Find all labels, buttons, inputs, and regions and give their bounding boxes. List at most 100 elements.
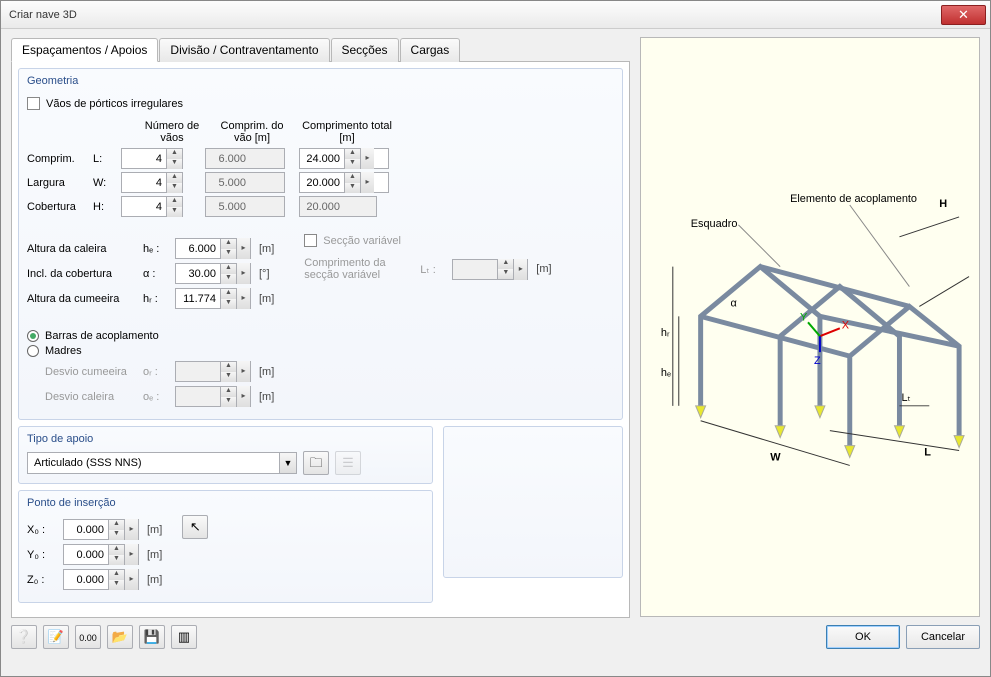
eave-height-label: Altura da caleira [27,243,137,255]
save-button[interactable]: 💾 [139,625,165,649]
roof-incl-input[interactable]: ▲▼ ▸ [175,263,251,284]
spin-up-icon[interactable]: ▲ [344,149,360,159]
svg-text:W: W [770,451,781,463]
pick-icon[interactable]: ▸ [236,263,250,284]
spin-down-icon[interactable]: ▼ [166,183,182,193]
svg-text:L: L [924,447,931,459]
spin-up-icon[interactable]: ▲ [108,545,124,555]
ridge-height-unit: [m] [259,293,274,305]
purlins-radio-row[interactable]: Madres [27,345,614,357]
coupling-label: Barras de acoplamento [45,330,159,342]
svg-text:Lₜ: Lₜ [901,392,910,404]
spin-up-icon[interactable]: ▲ [344,173,360,183]
help-button[interactable]: ❔ [11,625,37,649]
spin-up-icon[interactable]: ▲ [220,264,236,274]
pick-icon[interactable]: ▸ [124,544,138,565]
ok-button[interactable]: OK [826,625,900,649]
var-section-row[interactable]: Secção variável [304,234,551,247]
irregular-spans-row[interactable]: Vãos de pórticos irregulares [27,97,614,110]
pick-icon[interactable]: ▸ [236,238,250,259]
insert-group: Ponto de inserção X₀ : ▲▼ ▸ [18,490,433,603]
x0-input[interactable]: ▲▼ ▸ [63,519,139,540]
chevron-down-icon[interactable]: ▼ [279,453,296,473]
pick-icon[interactable]: ▸ [124,569,138,590]
support-edit-button: ☰ [335,451,361,475]
pick-icon: ▸ [236,361,250,382]
spin-down-icon[interactable]: ▼ [108,580,124,590]
width-total-input[interactable]: ▲▼ ▸ [299,172,389,193]
units-button[interactable]: 0.00 [75,625,101,649]
length-spans-input[interactable]: ▲▼ [121,148,183,169]
off-eave-sym: oₑ : [143,391,169,403]
svg-text:hᵣ: hᵣ [661,327,670,339]
z0-input[interactable]: ▲▼ ▸ [63,569,139,590]
coupling-radio-row[interactable]: Barras de acoplamento [27,330,614,342]
var-section-checkbox[interactable] [304,234,317,247]
roof-label: Cobertura [27,201,89,213]
spin-down-icon[interactable]: ▼ [108,530,124,540]
spin-down-icon[interactable]: ▼ [344,159,360,169]
pick-icon[interactable]: ▸ [236,288,250,309]
tab-division[interactable]: Divisão / Contraventamento [159,38,329,62]
roof-spans-input[interactable]: ▲▼ [121,196,183,217]
irregular-spans-checkbox[interactable] [27,97,40,110]
pick-icon[interactable]: ▸ [360,148,374,169]
ridge-height-input[interactable]: ▲▼ ▸ [175,288,251,309]
spin-up-icon: ▲ [220,362,236,372]
width-spans-input[interactable]: ▲▼ [121,172,183,193]
notes-button[interactable]: 📝 [43,625,69,649]
svg-text:hₑ: hₑ [661,367,671,379]
support-title: Tipo de apoio [27,431,424,451]
length-sym: L: [93,153,117,165]
roof-len-input [205,196,285,217]
tab-sections[interactable]: Secções [331,38,399,62]
spin-up-icon[interactable]: ▲ [166,173,182,183]
cancel-button[interactable]: Cancelar [906,625,980,649]
tab-loads[interactable]: Cargas [400,38,461,62]
spin-down-icon[interactable]: ▼ [344,183,360,193]
spin-up-icon[interactable]: ▲ [166,197,182,207]
spin-down-icon: ▼ [220,372,236,382]
diagram-coupling-label: Elemento de acoplamento [790,193,917,205]
purlins-radio[interactable] [27,345,39,357]
pick-icon[interactable]: ▸ [360,172,374,193]
roof-total-input [299,196,377,217]
spin-up-icon[interactable]: ▲ [166,149,182,159]
pick-point-button[interactable]: ↖ [182,515,208,539]
svg-text:Y: Y [800,311,808,323]
spin-down-icon[interactable]: ▼ [166,207,182,217]
ridge-height-label: Altura da cumeeira [27,293,137,305]
spin-down-icon[interactable]: ▼ [220,299,236,309]
coupling-radio[interactable] [27,330,39,342]
spin-up-icon[interactable]: ▲ [220,239,236,249]
svg-text:H: H [939,198,947,210]
spin-down-icon[interactable]: ▼ [166,159,182,169]
var-section-unit: [m] [536,263,551,275]
width-label: Largura [27,177,89,189]
eave-height-sym: hₑ : [143,243,169,255]
open-button[interactable]: 📂 [107,625,133,649]
settings-button[interactable]: ▥ [171,625,197,649]
y0-input[interactable]: ▲▼ ▸ [63,544,139,565]
irregular-spans-label: Vãos de pórticos irregulares [46,98,183,110]
col-header-spanlen: Comprim. do vão [m] [207,120,297,144]
spin-up-icon[interactable]: ▲ [108,520,124,530]
z0-label: Z₀ : [27,574,57,586]
spin-down-icon[interactable]: ▼ [220,249,236,259]
spin-up-icon[interactable]: ▲ [220,289,236,299]
support-library-button[interactable]: 🗀 [303,451,329,475]
off-ridge-input: ▲▼ ▸ [175,361,251,382]
pick-icon[interactable]: ▸ [124,519,138,540]
tab-spacing[interactable]: Espaçamentos / Apoios [11,38,158,62]
length-row: Comprim. L: ▲▼ ▲▼ [27,148,614,169]
length-total-input[interactable]: ▲▼ ▸ [299,148,389,169]
preview-panel: Elemento de acoplamento Esquadro H [640,37,980,617]
spin-down-icon[interactable]: ▼ [108,555,124,565]
eave-height-input[interactable]: ▲▼ ▸ [175,238,251,259]
spin-down-icon[interactable]: ▼ [220,274,236,284]
off-ridge-sym: oᵣ : [143,366,169,378]
support-select[interactable]: Articulado (SSS NNS) ▼ [27,452,297,474]
geometry-title: Geometria [27,73,614,93]
spin-up-icon[interactable]: ▲ [108,570,124,580]
close-button[interactable]: ✕ [941,5,986,25]
